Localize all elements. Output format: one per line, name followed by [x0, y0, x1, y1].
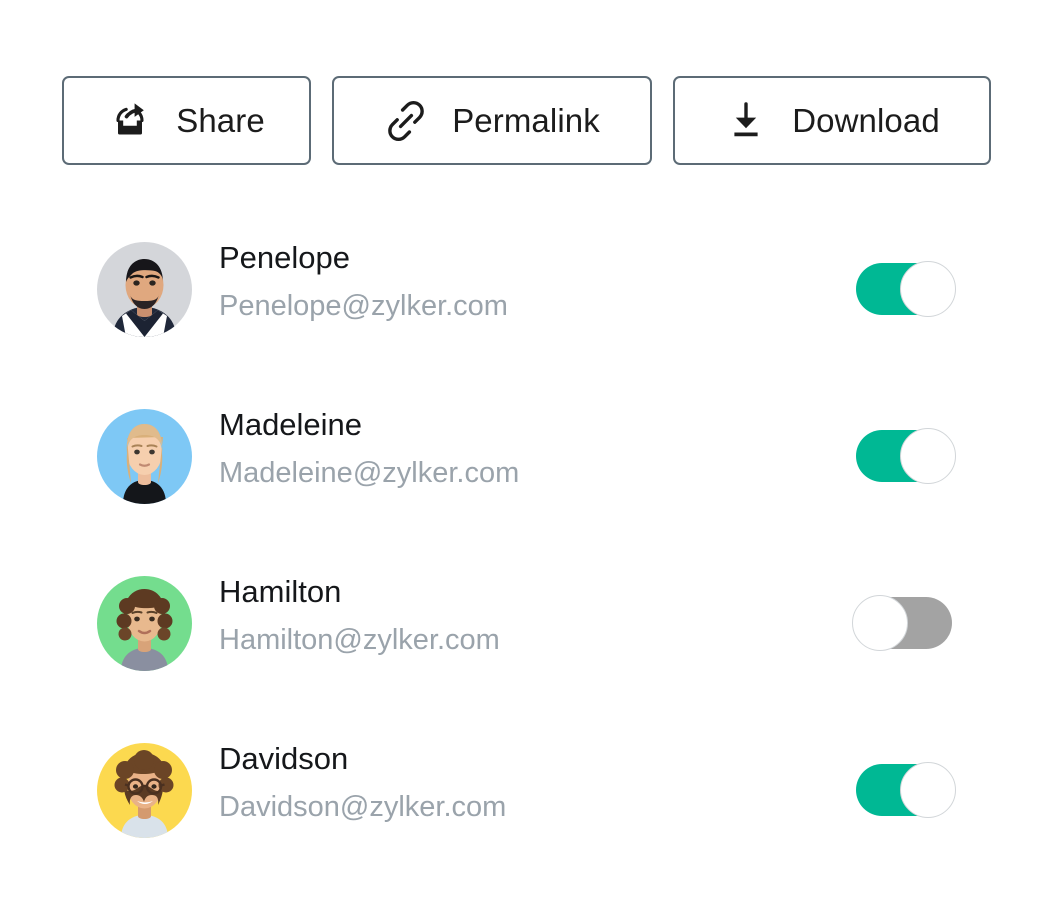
person-email: Hamilton@zylker.com [219, 624, 500, 656]
person-toggle[interactable] [852, 595, 952, 651]
download-icon [724, 99, 768, 143]
link-icon [384, 99, 428, 143]
toggle-knob [900, 428, 956, 484]
permalink-button[interactable]: Permalink [332, 76, 652, 165]
download-button-label: Download [792, 101, 940, 139]
list-item[interactable]: Davidson Davidson@zylker.com [0, 741, 1054, 838]
share-icon [108, 99, 152, 143]
download-button[interactable]: Download [673, 76, 991, 165]
list-item[interactable]: Penelope Penelope@zylker.com [0, 240, 1054, 337]
person-toggle[interactable] [856, 762, 956, 818]
person-name: Madeleine [219, 407, 363, 442]
person-info: Hamilton Hamilton@zylker.com [219, 572, 500, 660]
permalink-button-label: Permalink [452, 101, 600, 139]
person-email: Madeleine@zylker.com [219, 457, 520, 489]
share-button[interactable]: Share [62, 76, 311, 165]
person-info: Davidson Davidson@zylker.com [219, 739, 506, 827]
person-email: Penelope@zylker.com [219, 290, 508, 322]
list-item[interactable]: Hamilton Hamilton@zylker.com [0, 574, 1054, 671]
list-item[interactable]: Madeleine Madeleine@zylker.com [0, 407, 1054, 504]
action-toolbar: Share Permalink Download [62, 76, 991, 165]
person-name: Hamilton [219, 574, 342, 609]
avatar [97, 409, 192, 504]
avatar [97, 743, 192, 838]
person-toggle[interactable] [856, 428, 956, 484]
person-info: Penelope Penelope@zylker.com [219, 238, 508, 326]
avatar [97, 576, 192, 671]
toggle-knob [852, 595, 908, 651]
toggle-knob [900, 261, 956, 317]
person-toggle[interactable] [856, 261, 956, 317]
toggle-knob [900, 762, 956, 818]
person-email: Davidson@zylker.com [219, 791, 507, 823]
avatar [97, 242, 192, 337]
person-name: Penelope [219, 240, 351, 275]
person-info: Madeleine Madeleine@zylker.com [219, 405, 519, 493]
person-name: Davidson [219, 741, 349, 776]
share-button-label: Share [176, 101, 265, 139]
people-list: Penelope Penelope@zylker.com Madeleine M… [0, 240, 1054, 910]
